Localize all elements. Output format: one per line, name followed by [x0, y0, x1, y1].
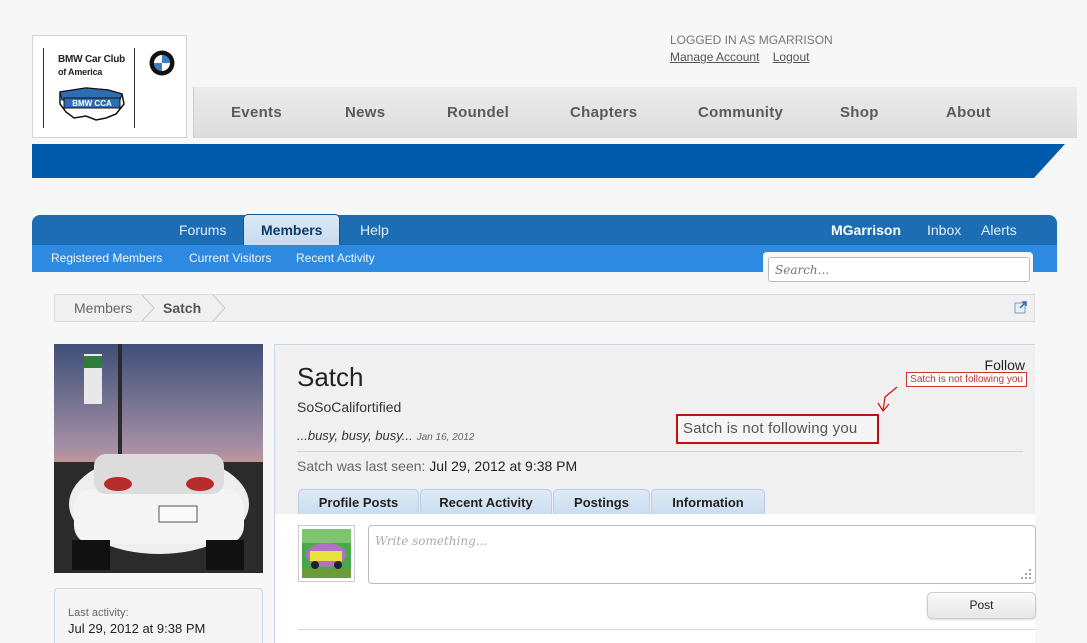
header-blue-band [32, 144, 1065, 178]
nav-shop[interactable]: Shop [840, 87, 879, 138]
nav-chapters[interactable]: Chapters [570, 87, 637, 138]
breadcrumb-separator-icon [212, 295, 226, 321]
user-menu[interactable]: MGarrison [831, 215, 901, 245]
popout-icon[interactable] [1014, 301, 1028, 314]
logo-line-1: BMW Car Club [58, 54, 126, 65]
logo-emblem-text: BMW CCA [72, 99, 112, 108]
textarea-placeholder: Write something... [375, 534, 488, 548]
profile-header: Satch SoSoCalifortified ...busy, busy, b… [274, 344, 1035, 515]
annotation-arrow-icon [877, 386, 898, 413]
nav-events[interactable]: Events [231, 87, 282, 138]
main-navigation: Events News Roundel Chapters Community S… [193, 87, 1077, 138]
last-seen-label: Satch was last seen: [297, 458, 426, 474]
usa-map-icon: BMW CCA [59, 87, 125, 121]
logo-text: BMW Car Club of America [58, 54, 125, 79]
inbox-link[interactable]: Inbox [927, 215, 961, 245]
last-activity-label: Last activity: [68, 607, 129, 619]
profile-post-composer: Write something... Post [274, 514, 1036, 643]
follow-status-note: Satch is not following you [906, 372, 1027, 387]
logout-link[interactable]: Logout [773, 50, 810, 64]
tab-information[interactable]: Information [651, 489, 765, 515]
status-text: ...busy, busy, busy... [297, 428, 413, 443]
nav-news[interactable]: News [345, 87, 385, 138]
nav-about[interactable]: About [946, 87, 991, 138]
subnav-recent-activity[interactable]: Recent Activity [296, 245, 375, 272]
bmw-roundel-icon [149, 50, 175, 76]
manage-account-link[interactable]: Manage Account [670, 50, 759, 64]
profile-user-title: SoSoCalifortified [297, 399, 402, 415]
last-seen-value: Jul 29, 2012 at 9:38 PM [429, 458, 578, 474]
search-container [763, 252, 1033, 286]
tab-forums[interactable]: Forums [179, 215, 226, 245]
tab-help[interactable]: Help [360, 215, 389, 245]
my-avatar[interactable] [298, 525, 355, 582]
last-activity-box: Last activity: Jul 29, 2012 at 9:38 PM [54, 588, 263, 643]
breadcrumb: Members Satch [54, 294, 1035, 322]
alerts-link[interactable]: Alerts [981, 215, 1017, 245]
tab-postings[interactable]: Postings [553, 489, 650, 515]
composer-divider [298, 629, 1035, 630]
post-button[interactable]: Post [927, 592, 1036, 619]
profile-username: Satch [297, 362, 364, 392]
forum-navigation: Forums Members Help MGarrison Inbox Aler… [32, 214, 1057, 245]
tab-members[interactable]: Members [243, 214, 341, 245]
my-avatar-image [302, 529, 351, 578]
annotation-callout: Satch is not following you [676, 414, 879, 444]
profile-divider [297, 451, 1023, 452]
resize-grip-icon[interactable] [1021, 569, 1031, 579]
breadcrumb-separator-icon [141, 295, 155, 321]
account-area: LOGGED IN AS MGARRISON Manage Account Lo… [670, 33, 833, 64]
breadcrumb-current[interactable]: Satch [163, 295, 201, 321]
profile-post-textarea[interactable]: Write something... [368, 525, 1036, 584]
subnav-current-visitors[interactable]: Current Visitors [189, 245, 271, 272]
nav-roundel[interactable]: Roundel [447, 87, 509, 138]
profile-avatar[interactable] [54, 344, 263, 573]
logo-frame: BMW Car Club of America BMW CCA [43, 48, 135, 128]
subnav-registered-members[interactable]: Registered Members [51, 245, 162, 272]
tab-profile-posts[interactable]: Profile Posts [298, 489, 419, 515]
follow-button[interactable]: Follow [985, 357, 1025, 373]
avatar-photo [54, 344, 263, 573]
breadcrumb-members[interactable]: Members [74, 295, 132, 321]
search-input[interactable] [768, 257, 1030, 282]
profile-status: ...busy, busy, busy... Jan 16, 2012 [297, 428, 474, 443]
logo-line-2: of America [58, 67, 103, 77]
nav-community[interactable]: Community [698, 87, 783, 138]
last-seen: Satch was last seen: Jul 29, 2012 at 9:3… [297, 458, 577, 474]
site-logo[interactable]: BMW Car Club of America BMW CCA [32, 35, 187, 138]
logged-in-label: LOGGED IN AS MGARRISON [670, 33, 833, 47]
status-date[interactable]: Jan 16, 2012 [417, 432, 475, 443]
tab-recent-activity[interactable]: Recent Activity [420, 489, 552, 515]
last-activity-value: Jul 29, 2012 at 9:38 PM [68, 621, 206, 636]
